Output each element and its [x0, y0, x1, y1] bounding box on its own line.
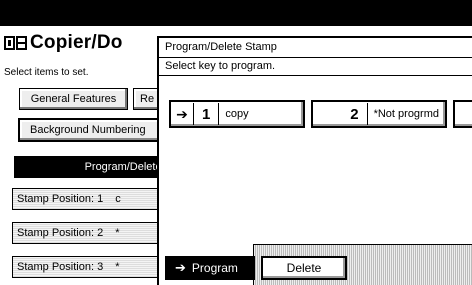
enter-arrow-icon: ➔	[175, 260, 186, 275]
stamp-keys-row: ➔ 1 copy 2 *Not progrmd	[169, 100, 472, 128]
app-header: Copier/Do	[4, 32, 123, 54]
stamp-position-label: Stamp Position: 3	[17, 261, 104, 273]
stamp-key-1[interactable]: ➔ 1 copy	[169, 100, 305, 128]
instruction-text: Select items to set.	[4, 67, 89, 78]
copier-icon	[4, 34, 28, 52]
key-number: 1	[202, 105, 211, 123]
background-numbering-label: Background Numbering	[30, 124, 146, 136]
stamp-position-1-row[interactable]: Stamp Position: 1 c	[12, 188, 176, 210]
delete-button[interactable]: Delete	[261, 256, 347, 280]
stamp-position-2-row[interactable]: Stamp Position: 2 *	[12, 222, 176, 244]
top-status-bar	[0, 0, 472, 26]
stamp-position-3-row[interactable]: Stamp Position: 3 *	[12, 256, 176, 278]
dialog-title: Program/Delete Stamp	[159, 38, 472, 58]
stamp-position-value: c	[115, 193, 121, 205]
program-delete-stamp-item[interactable]: Program/Delete S	[14, 156, 174, 178]
delete-button-label: Delete	[286, 261, 322, 275]
tab-general-features[interactable]: General Features	[19, 88, 128, 110]
key-number: 2	[350, 105, 359, 123]
tab-label: Re	[140, 93, 155, 105]
background-numbering-button[interactable]: Background Numbering	[18, 118, 168, 142]
dialog-subtitle: Select key to program.	[159, 58, 472, 76]
key-label: *Not progrmd	[373, 108, 439, 120]
enter-arrow-icon: ➔	[176, 105, 188, 122]
stamp-key-2[interactable]: 2 *Not progrmd	[311, 100, 447, 128]
program-delete-stamp-dialog: Program/Delete Stamp Select key to progr…	[157, 36, 472, 285]
stamp-position-label: Stamp Position: 2	[17, 227, 104, 239]
stamp-position-value: *	[115, 261, 120, 273]
stamp-position-label: Stamp Position: 1	[17, 193, 104, 205]
program-button-label: Program	[191, 261, 238, 275]
stamp-key-3[interactable]	[453, 100, 472, 128]
tab-label: General Features	[30, 93, 117, 105]
dialog-footer: ➔ Program Delete	[159, 244, 472, 285]
key-label: copy	[225, 108, 249, 120]
app-title: Copier/Do	[30, 32, 123, 53]
stamp-position-value: *	[115, 227, 120, 239]
program-button[interactable]: ➔ Program	[165, 256, 255, 280]
